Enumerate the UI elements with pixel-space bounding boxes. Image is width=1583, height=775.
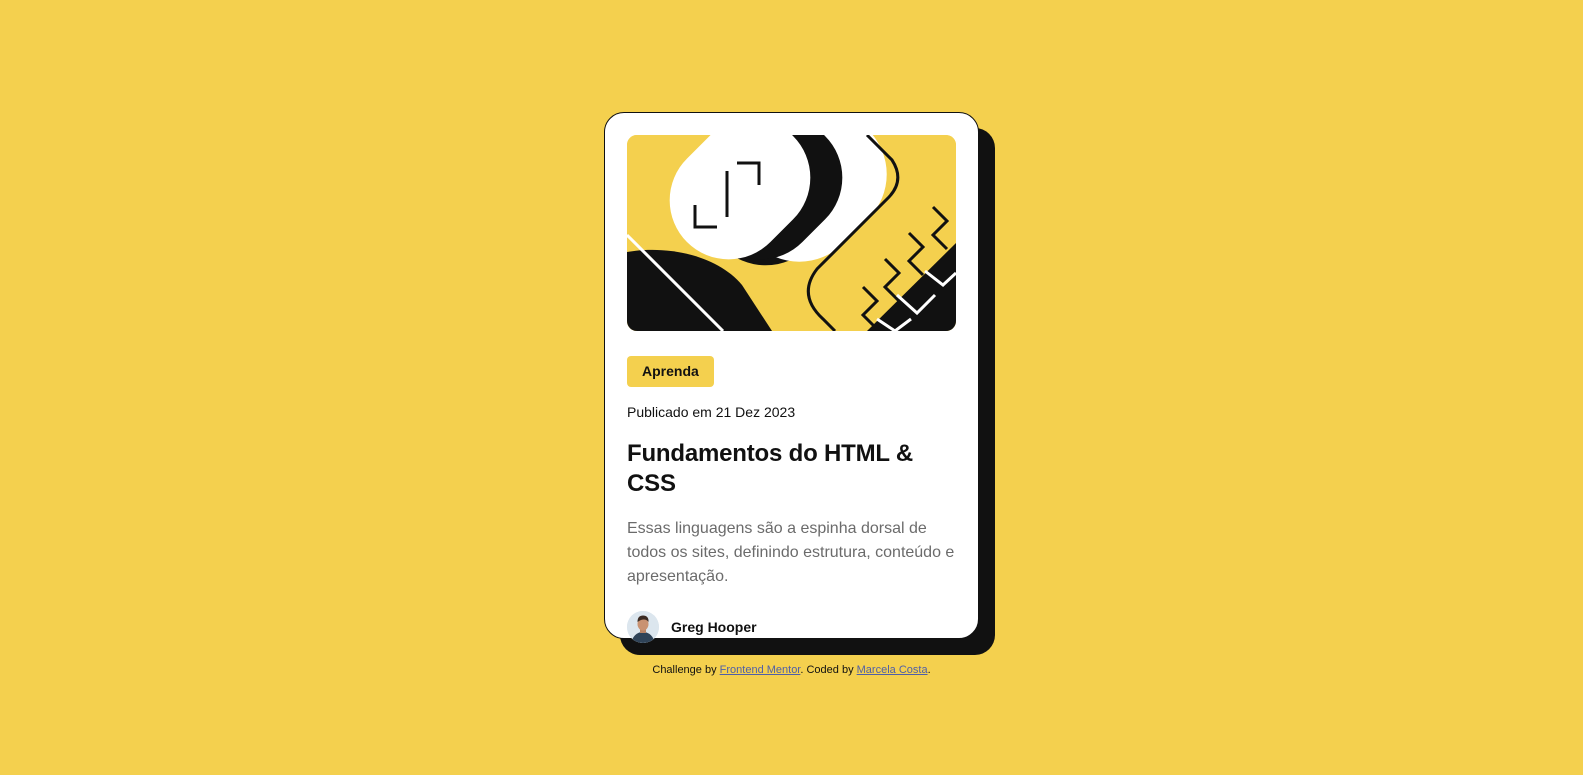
frontend-mentor-link[interactable]: Frontend Mentor <box>720 664 801 676</box>
author-avatar <box>627 611 659 643</box>
author: Greg Hooper <box>627 611 956 643</box>
publish-date: Publicado em 21 Dez 2023 <box>627 404 796 420</box>
attribution: Challenge by Frontend Mentor. Coded by M… <box>0 662 1583 678</box>
author-name: Greg Hooper <box>671 619 757 635</box>
author-link[interactable]: Marcela Costa <box>857 664 928 676</box>
hero-illustration <box>627 135 956 331</box>
attribution-prefix: Challenge by <box>652 664 717 676</box>
card-title[interactable]: Fundamentos do HTML & CSS <box>627 439 956 499</box>
page: Aprenda Publicado em 21 Dez 2023 Fundame… <box>0 0 1583 775</box>
card-description: Essas linguagens são a espinha dorsal de… <box>627 520 955 585</box>
attribution-middle: . Coded by <box>800 664 854 676</box>
blog-preview-card: Aprenda Publicado em 21 Dez 2023 Fundame… <box>604 112 979 643</box>
attribution-suffix: . <box>927 664 931 676</box>
category-tag: Aprenda <box>627 356 714 387</box>
